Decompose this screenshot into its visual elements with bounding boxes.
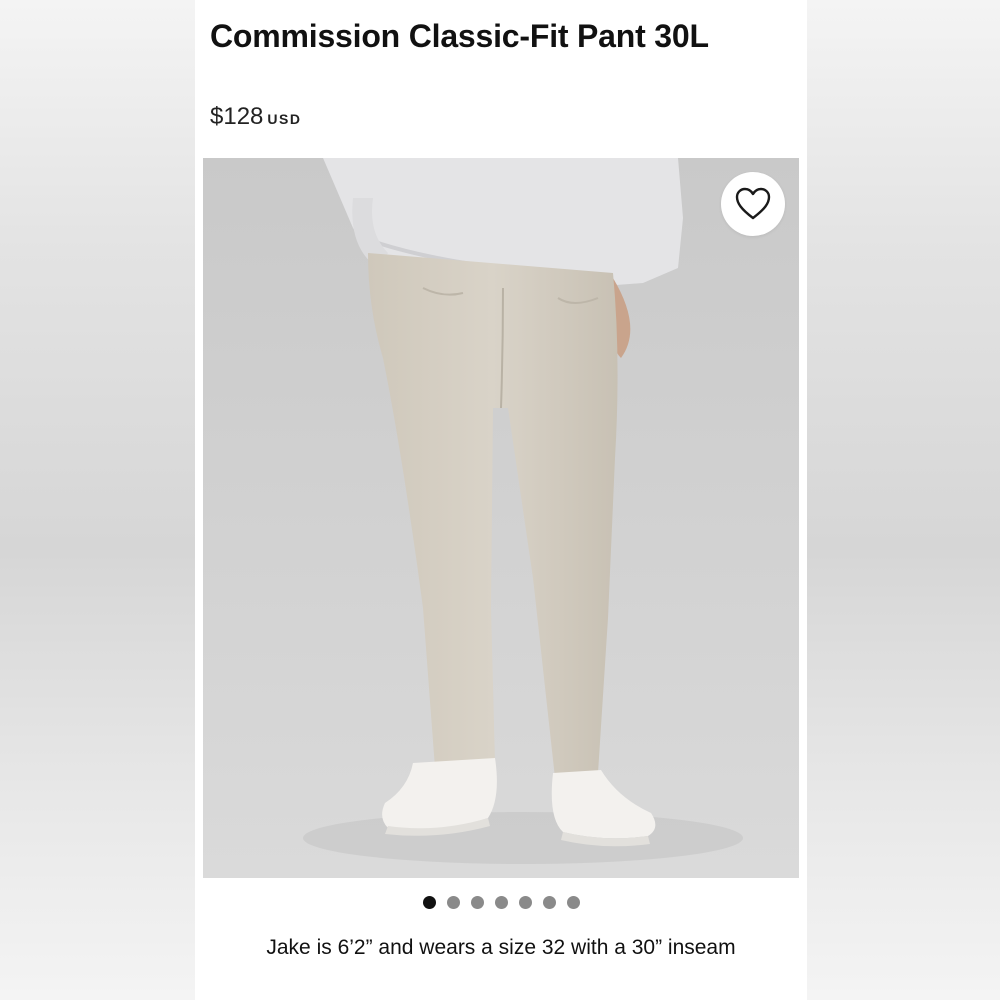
gallery-dot-1[interactable] xyxy=(422,896,436,909)
product-title: Commission Classic-Fit Pant 30L xyxy=(210,18,709,54)
product-card: Commission Classic-Fit Pant 30L $128USD xyxy=(195,0,807,1000)
gallery-dot-4[interactable] xyxy=(494,896,508,909)
gallery-dot-6[interactable] xyxy=(542,896,556,909)
heart-icon xyxy=(735,187,771,220)
right-backdrop xyxy=(807,0,1000,1000)
gallery-dot-5[interactable] xyxy=(518,896,532,909)
left-backdrop xyxy=(0,0,195,1000)
price-currency: USD xyxy=(267,111,302,127)
gallery-dot-2[interactable] xyxy=(446,896,460,909)
gallery-dot-3[interactable] xyxy=(470,896,484,909)
product-price: $128 USD xyxy=(210,103,301,131)
model-fit-caption: Jake is 6’2” and wears a size 32 with a … xyxy=(266,936,736,959)
gallery-pagination xyxy=(195,896,807,909)
favorite-button[interactable] xyxy=(721,172,785,236)
product-photo-illustration xyxy=(203,158,799,878)
gallery-dot-7[interactable] xyxy=(566,896,580,909)
product-image[interactable] xyxy=(203,158,799,878)
price-amount: $128 xyxy=(210,103,264,130)
